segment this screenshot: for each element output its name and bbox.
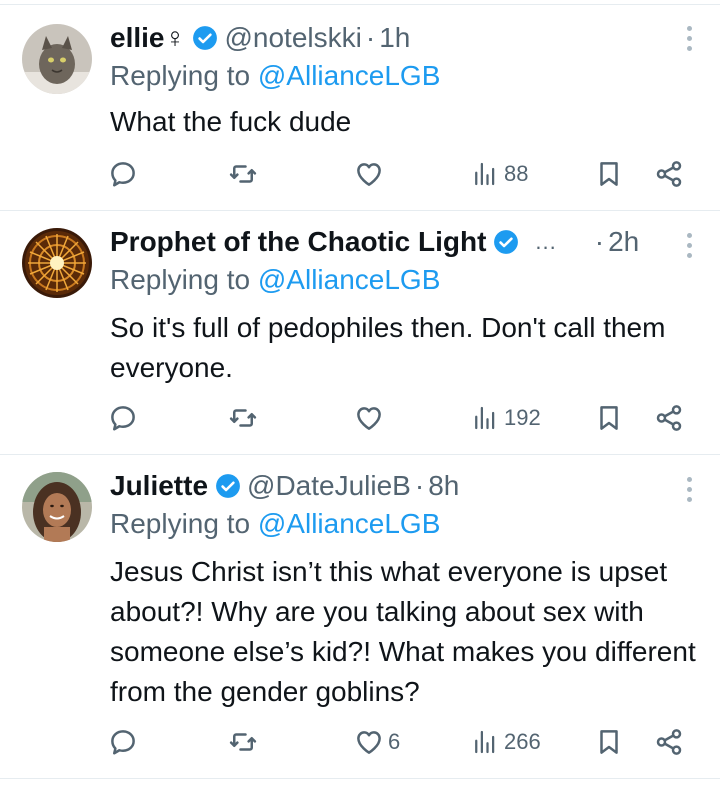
timestamp[interactable]: 1h [379, 22, 410, 54]
more-icon[interactable] [684, 477, 694, 507]
share-icon [656, 729, 682, 755]
like-button[interactable] [354, 398, 388, 438]
verified-badge-icon [216, 474, 240, 498]
view-count: 192 [504, 405, 541, 430]
like-button[interactable] [354, 154, 388, 194]
retweet-button[interactable] [228, 154, 258, 194]
bookmark-button[interactable] [594, 154, 624, 194]
tweet-2[interactable]: Prophet of the Chaotic Light ... · 2h Re… [0, 211, 720, 453]
share-button[interactable] [654, 398, 684, 438]
timestamp[interactable]: 8h [428, 470, 459, 502]
verified-badge-icon [193, 26, 218, 50]
bookmark-button[interactable] [594, 722, 624, 762]
views-button[interactable]: 192 [470, 398, 541, 438]
truncation-ellipsis: ... [535, 229, 557, 254]
verified-badge-icon [494, 230, 519, 254]
like-icon [357, 407, 381, 430]
share-icon [656, 161, 682, 187]
reply-icon [111, 406, 135, 431]
replying-to-prefix: Replying to [110, 60, 258, 91]
share-icon [656, 405, 682, 431]
action-bar: 6 266 [108, 722, 698, 762]
replying-to: Replying to @AllianceLGB [110, 60, 440, 92]
like-icon [357, 731, 381, 754]
tweet-text: Jesus Christ isn’t this what everyone is… [110, 556, 696, 707]
share-button[interactable] [654, 722, 684, 762]
separator-dot: · [594, 226, 605, 257]
retweet-button[interactable] [228, 398, 258, 438]
views-icon [475, 730, 495, 754]
bookmark-icon [600, 730, 618, 754]
action-bar: 88 [108, 154, 698, 194]
bookmark-icon [600, 162, 618, 186]
reply-button[interactable] [108, 722, 138, 762]
avatar[interactable] [22, 24, 92, 94]
views-button[interactable]: 266 [470, 722, 541, 762]
replying-to: Replying to @AllianceLGB [110, 264, 440, 296]
like-icon [357, 163, 381, 186]
views-button[interactable]: 88 [470, 154, 528, 194]
display-name[interactable]: ellie♀ [110, 22, 185, 54]
retweet-button[interactable] [228, 722, 258, 762]
like-count: 6 [388, 729, 401, 754]
avatar[interactable] [22, 228, 92, 298]
tweet-header: Prophet of the Chaotic Light ... · 2h [110, 224, 639, 260]
retweet-icon [229, 165, 257, 183]
reply-button[interactable] [108, 154, 138, 194]
display-name[interactable]: Juliette [110, 470, 208, 502]
retweet-icon [229, 733, 257, 751]
mention-link[interactable]: @AllianceLGB [258, 60, 441, 91]
timestamp[interactable]: 2h [608, 226, 639, 258]
views-icon [475, 406, 495, 430]
tweet-1[interactable]: ellie♀ @notelskki · 1h Replying to @Alli… [0, 0, 720, 208]
like-button[interactable]: 6 [354, 722, 400, 762]
replying-to-prefix: Replying to [110, 264, 258, 295]
bookmark-icon [600, 406, 618, 430]
separator-dot: · [365, 22, 376, 53]
views-icon [475, 162, 495, 186]
share-button[interactable] [654, 154, 684, 194]
reply-icon [111, 162, 135, 187]
tweet-text: What the fuck dude [110, 106, 352, 137]
tweet-header: Juliette @DateJulieB · 8h [110, 468, 459, 504]
bottom-divider [0, 778, 720, 779]
view-count: 266 [504, 729, 541, 754]
tweet-3[interactable]: Juliette @DateJulieB · 8h Replying to @A… [0, 455, 720, 775]
replying-to-prefix: Replying to [110, 508, 258, 539]
retweet-icon [229, 409, 257, 427]
bookmark-button[interactable] [594, 398, 624, 438]
mention-link[interactable]: @AllianceLGB [258, 264, 441, 295]
avatar[interactable] [22, 472, 92, 542]
replying-to: Replying to @AllianceLGB [110, 508, 440, 540]
handle[interactable]: @notelskki [224, 22, 361, 54]
separator-dot: · [414, 470, 425, 501]
more-icon[interactable] [684, 233, 694, 263]
tweet-text: So it's full of pedophiles then. Don't c… [110, 312, 666, 383]
more-icon[interactable] [684, 26, 694, 56]
reply-icon [111, 730, 135, 755]
tweet-header: ellie♀ @notelskki · 1h [110, 20, 410, 56]
view-count: 88 [504, 161, 529, 186]
mention-link[interactable]: @AllianceLGB [258, 508, 441, 539]
action-bar: 192 [108, 398, 698, 438]
display-name[interactable]: Prophet of the Chaotic Light [110, 226, 486, 258]
reply-button[interactable] [108, 398, 138, 438]
handle[interactable]: @DateJulieB [247, 470, 411, 502]
